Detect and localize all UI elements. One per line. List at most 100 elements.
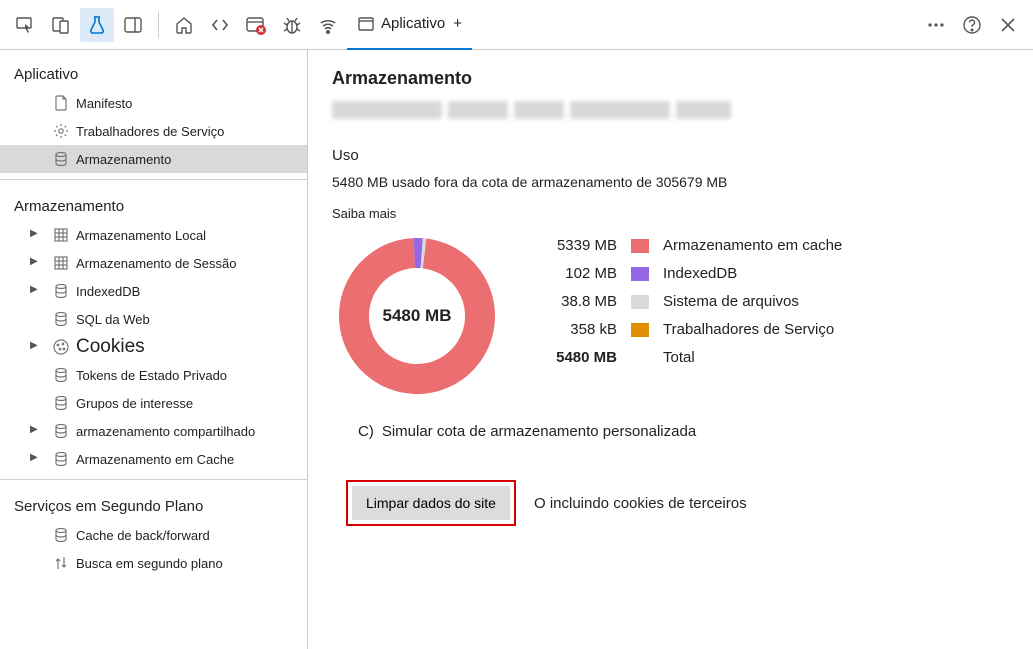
tab-application[interactable]: Aplicativo +: [347, 0, 472, 50]
tab-plus[interactable]: +: [453, 15, 462, 32]
window-icon: [357, 15, 375, 33]
db-icon: [52, 366, 70, 384]
sidebar-item-label: Armazenamento de Sessão: [76, 256, 236, 271]
elements-icon[interactable]: [203, 8, 237, 42]
flask-icon[interactable]: [80, 8, 114, 42]
sidebar-item-label: Busca em segundo plano: [76, 556, 223, 571]
legend-total-row: 5480 MB Total: [542, 349, 842, 366]
db-icon: [52, 150, 70, 168]
chevron-right-icon[interactable]: ▶: [30, 228, 38, 239]
legend-value: 358 kB: [542, 321, 617, 338]
more-icon[interactable]: [919, 8, 953, 42]
network-icon[interactable]: [311, 8, 345, 42]
usage-text: 5480 MB usado fora da cota de armazename…: [332, 174, 1009, 190]
sidebar-item[interactable]: Busca em segundo plano: [0, 549, 307, 577]
legend-value: 5339 MB: [542, 237, 617, 254]
sidebar-item[interactable]: Tokens de Estado Privado: [0, 361, 307, 389]
page-title: Armazenamento: [332, 68, 1009, 89]
chevron-right-icon[interactable]: ▶: [30, 340, 38, 351]
sidebar-item[interactable]: Manifesto: [0, 89, 307, 117]
gear-icon: [52, 122, 70, 140]
sidebar-item-label: Trabalhadores de Serviço: [76, 124, 224, 139]
legend-name: Armazenamento em cache: [663, 237, 842, 254]
clear-button-highlight: Limpar dados do site: [346, 480, 516, 526]
home-icon[interactable]: [167, 8, 201, 42]
legend-total-value: 5480 MB: [542, 349, 617, 366]
legend-swatch: [631, 323, 649, 337]
sidebar-item[interactable]: SQL da Web: [0, 305, 307, 333]
checkbox-placeholder: C): [358, 423, 374, 440]
sidebar-item[interactable]: Armazenamento em Cache: [0, 445, 307, 473]
db-icon: [52, 310, 70, 328]
legend-value: 38.8 MB: [542, 293, 617, 310]
sidebar-item[interactable]: Grupos de interesse: [0, 389, 307, 417]
sidebar: Aplicativo Manifesto Trabalhadores de Serv…: [0, 50, 308, 649]
sidebar-item[interactable]: Armazenamento: [0, 145, 307, 173]
grid-icon: [52, 254, 70, 272]
sidebar-item-label: Armazenamento em Cache: [76, 452, 234, 467]
third-party-cookies-row[interactable]: O incluindo cookies de terceiros: [534, 495, 747, 512]
legend-swatch: [631, 239, 649, 253]
sidebar-item-label: Cache de back/forward: [76, 528, 210, 543]
simulate-quota-row[interactable]: C) Simular cota de armazenamento persona…: [358, 423, 1009, 440]
sidebar-item[interactable]: Cache de back/forward: [0, 521, 307, 549]
origin-blurred: [332, 101, 1009, 119]
sidebar-group-title: Armazenamento: [0, 186, 307, 221]
chevron-right-icon[interactable]: ▶: [30, 284, 38, 295]
console-error-icon[interactable]: [239, 8, 273, 42]
panel-right-icon[interactable]: [116, 8, 150, 42]
legend-name: IndexedDB: [663, 265, 737, 282]
usage-value: 5480: [332, 174, 363, 190]
chevron-right-icon[interactable]: ▶: [30, 452, 38, 463]
close-icon[interactable]: [991, 8, 1025, 42]
grid-icon: [52, 226, 70, 244]
chevron-right-icon[interactable]: ▶: [30, 424, 38, 435]
legend-row: 102 MB IndexedDB: [542, 265, 842, 282]
bug-icon[interactable]: [275, 8, 309, 42]
sidebar-item[interactable]: Armazenamento Local: [0, 221, 307, 249]
db-icon: [52, 394, 70, 412]
db-icon: [52, 282, 70, 300]
sidebar-item-label: IndexedDB: [76, 284, 140, 299]
legend-row: 358 kBTrabalhadores de Serviço: [542, 321, 842, 338]
learn-more-link[interactable]: Saiba mais: [332, 206, 1009, 221]
separator: [158, 12, 159, 38]
sidebar-item-label: Grupos de interesse: [76, 396, 193, 411]
sidebar-group-title: Serviços em Segundo Plano: [0, 486, 307, 521]
donut-center-label: 5480 MB: [332, 231, 502, 401]
legend-swatch: [631, 267, 649, 281]
usage-rest: MB usado fora da cota de armazenamento d…: [367, 174, 727, 190]
device-icon[interactable]: [44, 8, 78, 42]
chevron-right-icon[interactable]: ▶: [30, 256, 38, 267]
sidebar-item[interactable]: IndexedDB: [0, 277, 307, 305]
sidebar-item-label: Cookies: [76, 336, 145, 358]
sidebar-item[interactable]: armazenamento compartilhado: [0, 417, 307, 445]
usage-label: Uso: [332, 147, 1009, 164]
sidebar-item-label: Armazenamento Local: [76, 228, 206, 243]
legend-total-label: Total: [663, 349, 695, 366]
sidebar-group-title: Aplicativo: [0, 54, 307, 89]
legend-row: 5339 MB Armazenamento em cache: [542, 237, 842, 254]
sidebar-item-label: Tokens de Estado Privado: [76, 368, 227, 383]
usage-legend: 5339 MB Armazenamento em cache 102 MB Index…: [542, 231, 842, 366]
sidebar-item-label: SQL da Web: [76, 312, 150, 327]
legend-value: 102 MB: [542, 265, 617, 282]
sidebar-item-label: armazenamento compartilhado: [76, 424, 255, 439]
sidebar-item-label: Manifesto: [76, 96, 132, 111]
usage-donut-chart: 5480 MB: [332, 231, 502, 401]
content-pane: Armazenamento Uso 5480 MB usado fora da …: [308, 50, 1033, 649]
inspect-icon[interactable]: [8, 8, 42, 42]
clear-site-data-button[interactable]: Limpar dados do site: [352, 486, 510, 520]
file-icon: [52, 94, 70, 112]
legend-row: 38.8 MB Sistema de arquivos: [542, 293, 842, 310]
tab-label: Aplicativo: [381, 15, 445, 32]
legend-name: Sistema de arquivos: [663, 293, 799, 310]
db-icon: [52, 526, 70, 544]
sidebar-item[interactable]: Trabalhadores de Serviço: [0, 117, 307, 145]
sidebar-item[interactable]: Cookies: [0, 333, 307, 361]
updown-icon: [52, 554, 70, 572]
sidebar-item[interactable]: Armazenamento de Sessão: [0, 249, 307, 277]
db-icon: [52, 450, 70, 468]
help-icon[interactable]: [955, 8, 989, 42]
cookie-icon: [52, 338, 70, 356]
